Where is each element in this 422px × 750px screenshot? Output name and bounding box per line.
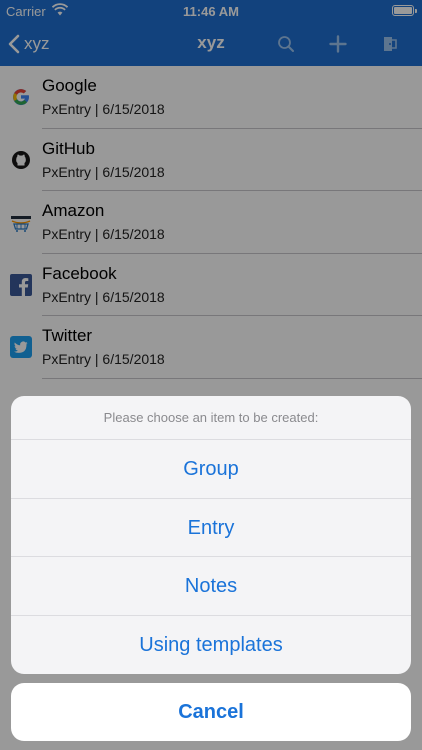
notes-button[interactable]: Notes: [11, 557, 411, 616]
screen: Carrier 11:46 AM xyz xyz Google PxEntry …: [0, 0, 422, 750]
action-sheet-message: Please choose an item to be created:: [11, 396, 411, 440]
using-templates-button[interactable]: Using templates: [11, 616, 411, 675]
action-sheet: Please choose an item to be created: Gro…: [11, 396, 411, 674]
entry-button[interactable]: Entry: [11, 499, 411, 557]
cancel-button[interactable]: Cancel: [11, 683, 411, 741]
group-button[interactable]: Group: [11, 440, 411, 499]
